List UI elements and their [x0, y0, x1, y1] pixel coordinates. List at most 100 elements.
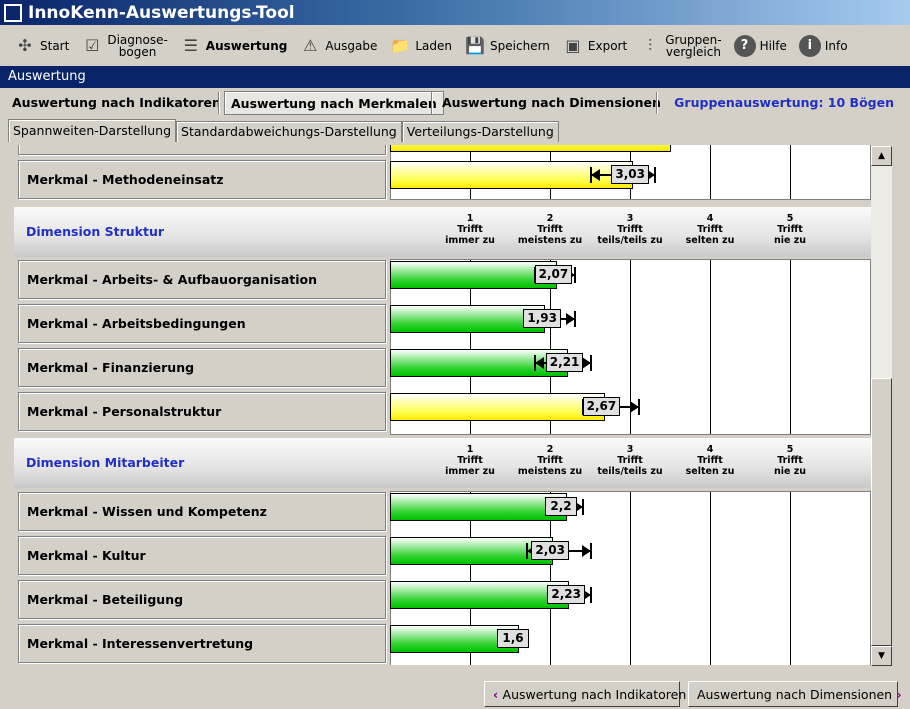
divider	[218, 92, 220, 114]
nav-by-dimensions[interactable]: Auswertung nach Dimensionen	[436, 91, 667, 115]
toolbar-info-button[interactable]: i Info	[793, 29, 854, 63]
bar	[390, 493, 567, 521]
scale-line1: Trifft	[457, 455, 483, 466]
view-tabs: Spannweiten-Darstellung Standardabweichu…	[8, 119, 559, 142]
scale-label: 2 Trifft meistens zu	[510, 444, 590, 477]
dimension-header: Dimension Struktur 1 Trifft immer zu 2 Trifft…	[14, 207, 871, 257]
feature-row-label: Merkmal - Kultur	[18, 536, 386, 575]
chevron-left-icon: ‹	[493, 687, 503, 702]
toolbar-csv-button[interactable]: ▣ Export	[556, 29, 633, 63]
toolbar-acrobat-button[interactable]: ⚠ Ausgabe	[293, 29, 383, 63]
nav-by-features[interactable]: Auswertung nach Merkmalen	[224, 91, 444, 115]
scale-label: 5 Trifft nie zu	[750, 444, 830, 477]
toolbar-floppy-button[interactable]: 💾 Speichern	[458, 29, 556, 63]
scale-line1: Trifft	[697, 455, 723, 466]
scroll-down-button[interactable]: ▼	[871, 646, 892, 666]
csv-icon: ▣	[565, 36, 581, 55]
scale-label: 1 Trifft immer zu	[430, 444, 510, 477]
vertical-scrollbar[interactable]: ▲ ▼	[871, 146, 892, 666]
plot-area: 2,2 2,03 2,23 1,6	[390, 491, 871, 665]
arrows-in-icon: ✣	[18, 36, 32, 55]
toolbar-label: Ausgabe	[325, 39, 378, 53]
chevron-right-icon: ›	[892, 687, 902, 702]
gridline	[710, 492, 711, 665]
info-icon: i	[798, 35, 821, 57]
value-label: 1,93	[523, 309, 561, 328]
scale-value: 5	[786, 444, 794, 455]
toolbar-label: Diagnose- bogen	[107, 33, 168, 59]
title-bar: InnoKenn-Auswertungs-Tool	[0, 0, 910, 25]
toolbar-arrows-in-button[interactable]: ✣ Start	[8, 29, 75, 63]
toolbar-folder-button[interactable]: 📁 Laden	[383, 29, 458, 63]
value-label: 1,6	[497, 629, 529, 648]
help-icon: ?	[733, 35, 756, 57]
scale-line1: Trifft	[777, 455, 803, 466]
scale-line1: Trifft	[777, 224, 803, 235]
scale-line1: Trifft	[617, 455, 643, 466]
app-logo-icon	[4, 3, 22, 22]
scale-label: 5 Trifft nie zu	[750, 213, 830, 246]
min-arrow-icon	[535, 357, 544, 369]
scale-label: 2 Trifft meistens zu	[510, 213, 590, 246]
acrobat-icon: ⚠	[303, 36, 318, 55]
feature-row-label	[18, 145, 386, 155]
floppy-icon: 💾	[465, 36, 485, 55]
scale-line2: teils/teils zu	[597, 466, 663, 477]
scale-line1: Trifft	[457, 224, 483, 235]
scale-line2: meistens zu	[517, 466, 583, 477]
dimension-title: Dimension Struktur	[26, 224, 165, 239]
gridline	[710, 260, 711, 434]
scale-line2: teils/teils zu	[597, 235, 663, 246]
scale-line1: Trifft	[537, 455, 563, 466]
gridline	[710, 145, 711, 199]
checkbox-icon: ☑	[85, 36, 100, 55]
scale-value: 4	[706, 213, 714, 224]
bar	[390, 581, 570, 609]
dimension-header: Dimension Mitarbeiter 1 Trifft immer zu 2 Tri…	[14, 438, 871, 488]
scale-value: 3	[626, 444, 634, 455]
bar	[390, 145, 671, 152]
gridline	[630, 492, 631, 665]
tab-range[interactable]: Spannweiten-Darstellung	[8, 119, 177, 142]
toolbar-bars-button[interactable]: ☰ Auswertung	[174, 29, 294, 63]
scale-label: 3 Trifft teils/teils zu	[590, 213, 670, 246]
feature-row-label: Merkmal - Interessenvertretung	[18, 624, 386, 663]
evaluation-nav: Auswertung nach Indikatoren Auswertung n…	[0, 90, 910, 116]
value-label: 2,23	[547, 585, 585, 604]
toolbar-compare-button[interactable]: ⫶ Gruppen- vergleich	[633, 29, 727, 63]
toolbar-label: Info	[824, 39, 848, 53]
scale-value: 4	[706, 444, 714, 455]
chart-view: 3,03 Merkmal - Methodeneinsatz Dimension S…	[14, 145, 892, 665]
feature-row-label: Merkmal - Arbeits- & Aufbauorganisation	[18, 260, 386, 299]
feature-row-label: Merkmal - Methodeneinsatz	[18, 160, 386, 199]
scale-label: 4 Trifft selten zu	[670, 444, 750, 477]
section-header: Auswertung	[0, 66, 910, 88]
toolbar-label: Auswertung	[205, 39, 288, 53]
scale-value: 1	[466, 444, 474, 455]
scale-label: 3 Trifft teils/teils zu	[590, 444, 670, 477]
value-label: 2,07	[534, 265, 573, 284]
value-label: 2,03	[531, 541, 569, 560]
scale-line1: Trifft	[617, 224, 643, 235]
scale-line2: selten zu	[685, 466, 735, 477]
feature-row-label: Merkmal - Personalstruktur	[18, 392, 386, 431]
next-dimensions-button[interactable]: Auswertung nach Dimensionen ›	[688, 681, 902, 707]
tab-distribution[interactable]: Verteilungs-Darstellung	[401, 121, 559, 142]
scale-line2: immer zu	[445, 466, 495, 477]
gridline	[790, 260, 791, 434]
scale-line2: nie zu	[773, 235, 807, 246]
bar	[390, 393, 605, 421]
folder-icon: 📁	[390, 36, 411, 55]
toolbar: ✣ Start ☑ Diagnose- bogen ☰ Auswertung ⚠ Ausgab…	[0, 27, 910, 65]
tab-std-dev[interactable]: Standardabweichungs-Darstellung	[176, 121, 402, 142]
scroll-up-button[interactable]: ▲	[871, 146, 892, 166]
value-label: 2,2	[545, 497, 577, 516]
toolbar-checkbox-button[interactable]: ☑ Diagnose- bogen	[75, 29, 173, 63]
gridline	[790, 492, 791, 665]
prev-indicators-button[interactable]: ‹ Auswertung nach Indikatoren	[484, 681, 686, 707]
scale-value: 2	[546, 213, 554, 224]
scale-line1: Trifft	[697, 224, 723, 235]
scroll-thumb[interactable]	[871, 378, 892, 646]
toolbar-help-button[interactable]: ? Hilfe	[728, 29, 793, 63]
nav-by-indicators[interactable]: Auswertung nach Indikatoren	[6, 91, 227, 115]
